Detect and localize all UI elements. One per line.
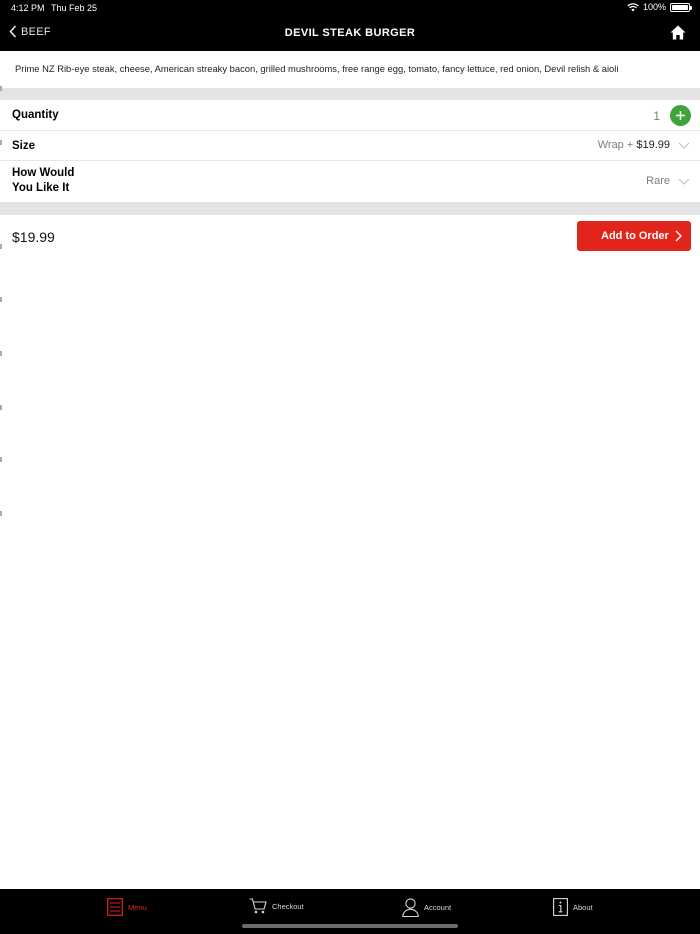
edge-mark (0, 297, 2, 302)
status-date: Thu Feb 25 (51, 3, 98, 13)
add-to-order-button[interactable]: Add to Order (577, 221, 691, 251)
edge-mark (0, 244, 2, 249)
size-label: Size (12, 140, 36, 152)
person-icon (402, 898, 419, 917)
cook-value: Rare (646, 175, 670, 187)
tab-checkout[interactable]: Checkout (249, 898, 304, 914)
size-row[interactable]: Size Wrap + $19.99 (0, 131, 700, 161)
info-icon (553, 898, 568, 916)
plus-icon (676, 111, 685, 120)
cook-label-line1: How Would (12, 167, 75, 179)
quantity-value: 1 (653, 109, 660, 123)
cook-label-line2: You Like It (12, 182, 70, 194)
tab-checkout-label: Checkout (272, 901, 304, 911)
tab-account[interactable]: Account (402, 898, 451, 917)
quantity-label: Quantity (12, 109, 59, 121)
battery-percent: 100% (642, 2, 666, 12)
chevron-down-icon (678, 142, 690, 149)
section-divider (0, 88, 700, 100)
order-total: $19.99 (12, 229, 55, 245)
home-indicator[interactable] (242, 924, 458, 928)
quantity-row: Quantity 1 (0, 100, 700, 131)
increase-quantity-button[interactable] (670, 105, 691, 126)
edge-mark (0, 86, 2, 91)
tab-menu-label: Menu (128, 902, 147, 912)
size-option: Wrap + (597, 139, 637, 151)
nav-bar: BEEF DEVIL STEAK BURGER (0, 16, 700, 51)
status-time: 4:12 PM (11, 3, 45, 13)
tab-menu[interactable]: Menu (107, 898, 147, 916)
status-right: 100% (627, 2, 692, 12)
home-button[interactable] (670, 25, 686, 45)
chevron-down-icon (678, 178, 690, 185)
edge-mark (0, 457, 2, 462)
item-description: Prime NZ Rib-eye steak, cheese, American… (0, 51, 700, 88)
tab-about[interactable]: About (553, 898, 593, 916)
edge-mark (0, 140, 2, 145)
section-divider (0, 202, 700, 215)
menu-icon (107, 898, 123, 916)
tab-account-label: Account (424, 903, 452, 912)
description-text: Prime NZ Rib-eye steak, cheese, American… (15, 63, 619, 74)
cart-icon (249, 898, 267, 914)
size-value: Wrap + $19.99 (598, 139, 670, 151)
edge-mark (0, 511, 2, 516)
cook-label: How Would You Like It (12, 166, 74, 196)
edge-mark (0, 405, 2, 410)
status-bar: 4:12 PM Thu Feb 25 100% (0, 0, 700, 16)
home-icon (670, 25, 686, 40)
page-title: DEVIL STEAK BURGER (284, 27, 416, 39)
add-to-order-label: Add to Order (601, 230, 669, 242)
cook-preference-row[interactable]: How Would You Like It Rare (0, 161, 700, 202)
size-price: $19.99 (636, 139, 670, 151)
chevron-right-icon (675, 230, 682, 242)
wifi-icon (627, 2, 639, 11)
tab-about-label: About (573, 902, 593, 912)
edge-mark (0, 351, 2, 356)
battery-icon (670, 2, 692, 12)
